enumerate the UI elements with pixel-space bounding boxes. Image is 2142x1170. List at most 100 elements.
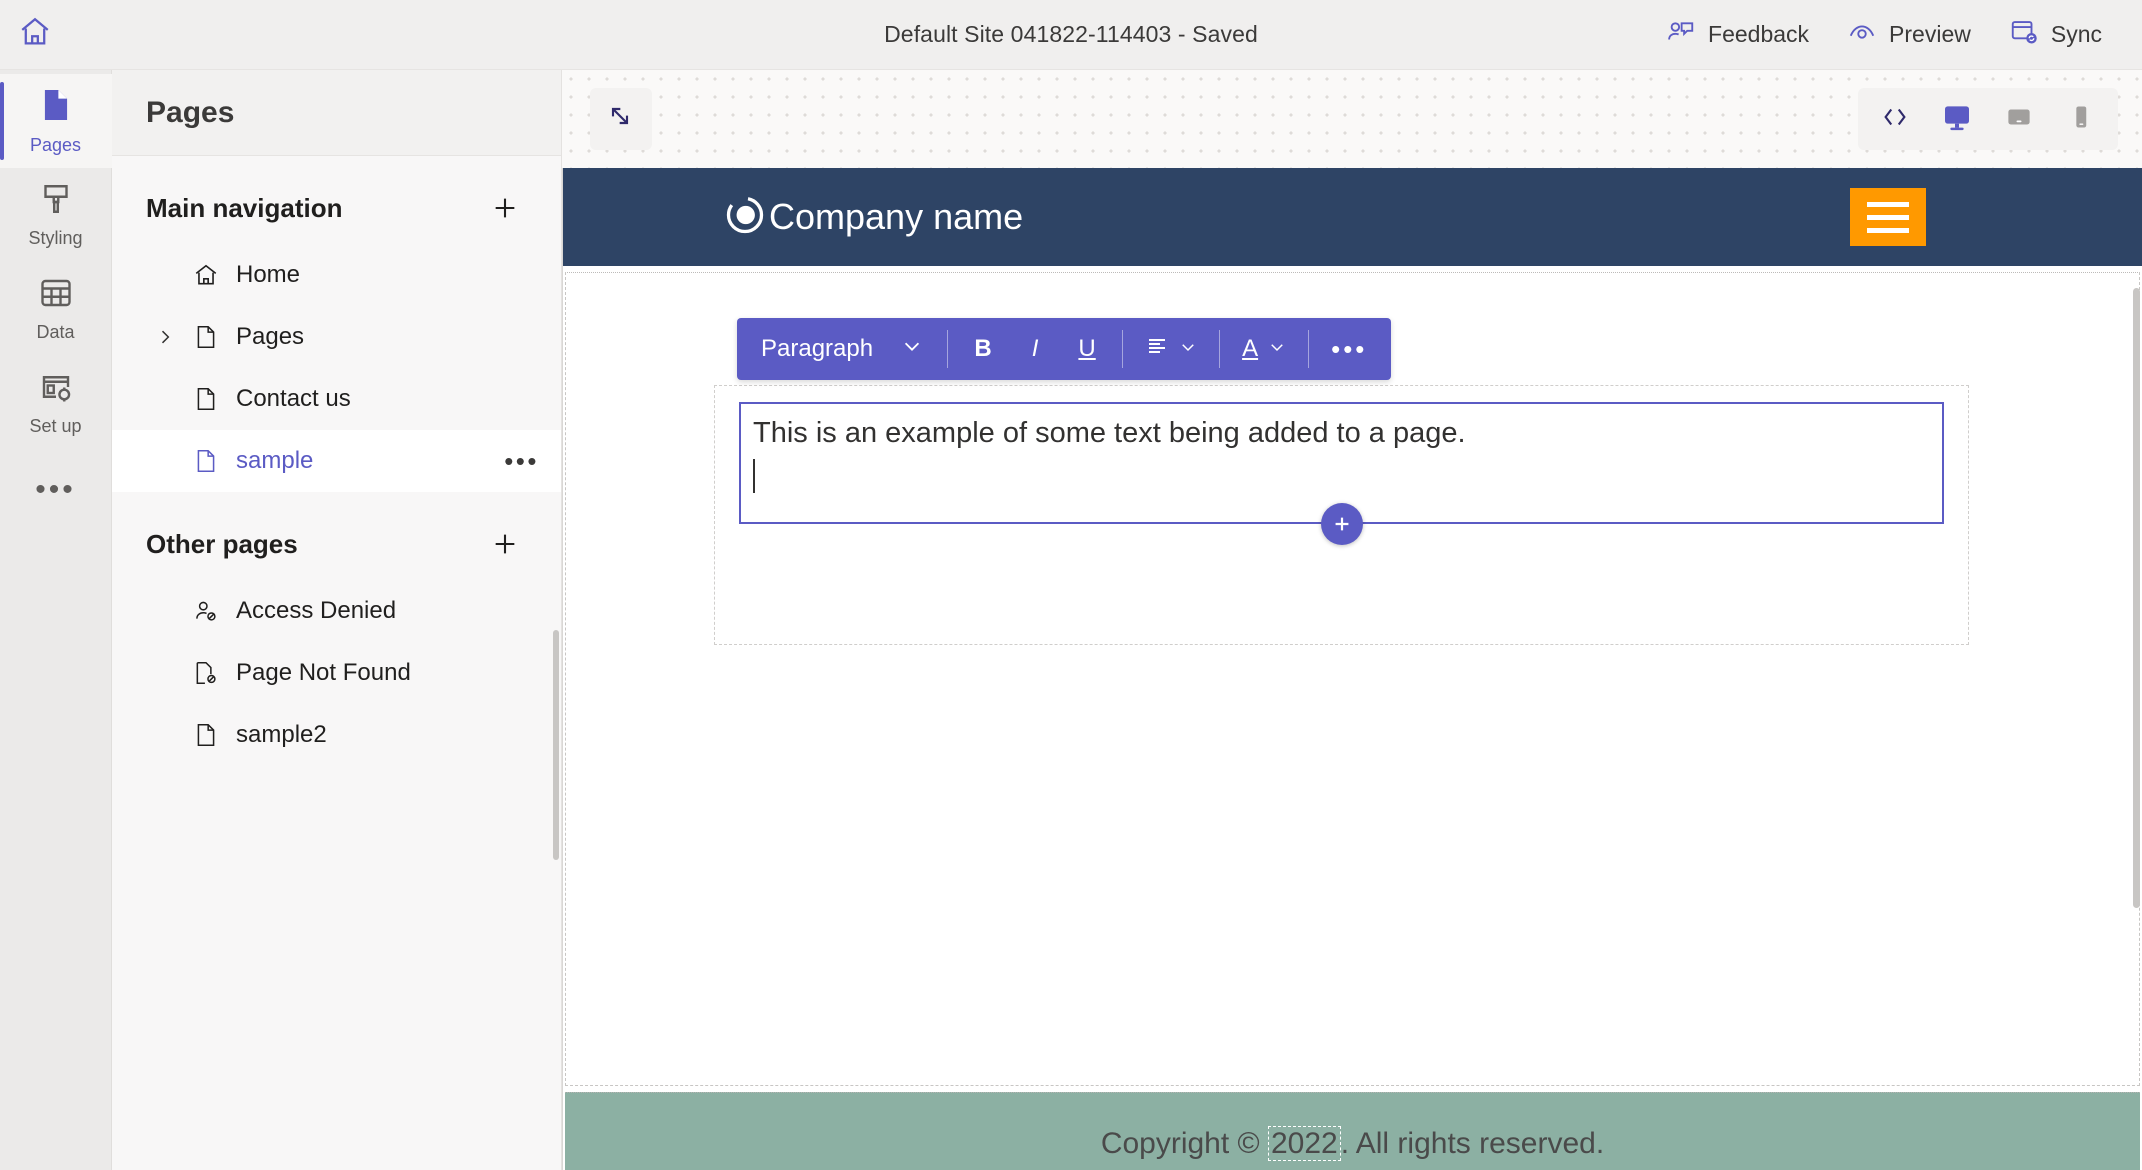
sync-button[interactable]: Sync [1997, 9, 2114, 60]
nav-item-sample2[interactable]: sample2 [112, 704, 561, 766]
rail-label-pages: Pages [29, 135, 82, 155]
font-color-button[interactable]: A [1230, 324, 1298, 374]
rail-item-styling[interactable]: Styling [0, 168, 112, 262]
circular-logo-icon [723, 193, 767, 242]
tablet-icon [2004, 102, 2034, 137]
pages-panel: Pages Main navigation Home Pages Contact… [112, 70, 562, 1170]
left-icon-rail: Pages Styling Data Set up ••• [0, 70, 112, 1170]
site-brand[interactable]: Company name [723, 193, 1023, 242]
toolbar-divider [1308, 330, 1310, 368]
toolbar-divider [947, 330, 949, 368]
mobile-view-button[interactable] [2054, 94, 2108, 144]
rail-more-button[interactable]: ••• [0, 450, 112, 530]
nav-item-contact-us[interactable]: Contact us [112, 368, 561, 430]
paint-brush-icon [38, 181, 74, 222]
preview-label: Preview [1889, 21, 1971, 47]
page-blocked-icon [184, 660, 228, 686]
paragraph-style-chevron-button[interactable] [887, 324, 937, 374]
nav-item-sample[interactable]: sample ••• [112, 430, 561, 492]
canvas-toolbar [562, 70, 2142, 168]
bold-button[interactable]: B [958, 324, 1008, 374]
add-other-page-button[interactable] [483, 522, 527, 566]
nav-label-access-denied: Access Denied [236, 597, 397, 624]
page-outline-icon [184, 448, 228, 474]
nav-item-pages[interactable]: Pages [112, 306, 561, 368]
site-header: Company name [563, 168, 2142, 266]
font-color-label: A [1242, 335, 1259, 362]
underline-label: U [1078, 335, 1096, 362]
sync-window-icon [2009, 17, 2039, 52]
paragraph-style-label: Paragraph [761, 335, 874, 362]
rail-item-pages[interactable]: Pages [0, 74, 112, 168]
italic-button[interactable]: I [1010, 324, 1060, 374]
tablet-view-button[interactable] [1992, 94, 2046, 144]
site-footer[interactable]: Copyright © 2022. All rights reserved. [565, 1092, 2140, 1170]
diagonal-resize-icon [605, 101, 637, 138]
underline-button[interactable]: U [1062, 324, 1112, 374]
panel-scrollbar[interactable] [553, 630, 559, 860]
site-company-name: Company name [769, 196, 1024, 237]
site-body: Paragraph B I U A ••• This is an example… [563, 266, 2142, 1170]
feedback-button[interactable]: Feedback [1654, 9, 1821, 60]
toolbar-divider [1219, 330, 1221, 368]
chevron-down-icon [1268, 335, 1286, 363]
add-main-navigation-page-button[interactable] [483, 186, 527, 230]
code-view-button[interactable] [1868, 94, 1922, 144]
page-outline-icon [184, 722, 228, 748]
preview-button[interactable]: Preview [1835, 9, 1983, 60]
page-outline-icon [184, 324, 228, 350]
text-caret [753, 459, 755, 494]
nav-item-access-denied[interactable]: Access Denied [112, 580, 561, 642]
section-heading-main-navigation: Main navigation [146, 192, 343, 223]
chevron-right-icon[interactable] [146, 327, 184, 347]
italic-label: I [1031, 335, 1039, 362]
topbar-actions: Feedback Preview Sync [1654, 9, 2142, 60]
main-body: Pages Styling Data Set up ••• Pages Main… [0, 70, 2142, 1170]
home-icon [18, 15, 52, 54]
other-pages-list: Access Denied Page Not Found sample2 [112, 580, 561, 766]
nav-item-home[interactable]: Home [112, 244, 561, 306]
nav-item-sample-menu-button[interactable]: ••• [504, 446, 539, 477]
mobile-icon [2067, 102, 2095, 137]
footer-year[interactable]: 2022 [1267, 1125, 1341, 1161]
canvas-scrollbar[interactable] [2133, 288, 2140, 908]
nav-item-page-not-found[interactable]: Page Not Found [112, 642, 561, 704]
feedback-label: Feedback [1708, 21, 1810, 47]
nav-label-sample2: sample2 [236, 721, 327, 748]
rail-label-data: Data [36, 322, 75, 342]
section-heading-other-pages: Other pages [146, 528, 298, 559]
text-component-zone[interactable]: Paragraph B I U A ••• This is an example… [714, 318, 1969, 645]
rail-item-data[interactable]: Data [0, 262, 112, 356]
hamburger-bar [1867, 201, 1909, 207]
editor-text: This is an example of some text being ad… [753, 417, 1466, 449]
rail-item-setup[interactable]: Set up [0, 356, 112, 450]
desktop-view-button[interactable] [1930, 94, 1984, 144]
site-preview-frame: Company name Paragraph B I U A ••• This … [562, 168, 2142, 1170]
hamburger-bar [1867, 214, 1909, 220]
section-other-pages: Other pages [112, 492, 561, 580]
rich-text-toolbar: Paragraph B I U A ••• [737, 318, 1392, 380]
align-left-icon [1145, 334, 1169, 365]
toolbar-divider [1122, 330, 1124, 368]
main-navigation-list: Home Pages Contact us sample ••• [112, 244, 561, 492]
sync-label: Sync [2050, 21, 2102, 47]
page-section-outline[interactable]: Paragraph B I U A ••• This is an example… [565, 272, 2140, 1086]
setup-gear-icon [38, 369, 74, 410]
home-button[interactable] [0, 0, 70, 70]
hamburger-bar [1867, 227, 1909, 233]
align-button[interactable] [1133, 324, 1209, 374]
add-component-button[interactable] [1320, 503, 1363, 545]
hamburger-menu-icon[interactable] [1850, 188, 1926, 246]
nav-label-contact-us: Contact us [236, 385, 351, 412]
desktop-icon [1941, 101, 1973, 138]
editor-canvas: Company name Paragraph B I U A ••• This … [562, 70, 2142, 1170]
nav-label-sample: sample [236, 447, 314, 474]
paragraph-style-dropdown[interactable]: Paragraph [749, 324, 885, 374]
nav-label-pages: Pages [236, 323, 305, 350]
app-root: Default Site 041822-114403 - Saved Feedb… [0, 0, 2142, 1170]
more-options-button[interactable]: ••• [1319, 324, 1379, 374]
feedback-person-icon [1666, 17, 1696, 52]
table-grid-icon [38, 275, 74, 316]
expand-canvas-button[interactable] [590, 88, 652, 150]
rail-label-styling: Styling [28, 228, 83, 248]
